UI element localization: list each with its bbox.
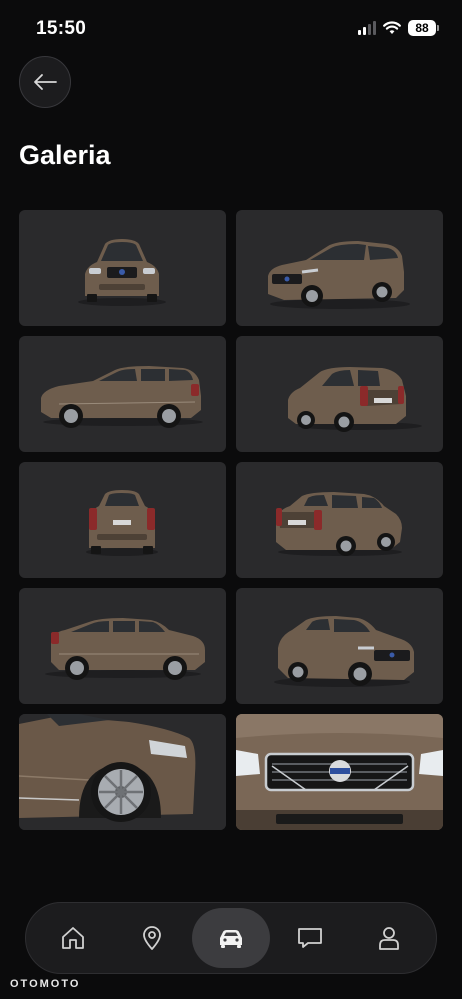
page-title: Galeria xyxy=(19,140,111,170)
gallery-image-car-side-profile-right[interactable] xyxy=(19,588,226,704)
car-icon xyxy=(219,930,242,948)
profile-icon xyxy=(378,927,399,950)
status-icons: 88 xyxy=(358,20,439,36)
chat-icon xyxy=(297,928,322,948)
car-front-three-quarter-left-image xyxy=(268,241,410,309)
nav-location[interactable] xyxy=(113,908,192,968)
car-rear-three-quarter-right-image xyxy=(288,367,422,432)
nav-profile[interactable] xyxy=(349,908,428,968)
nav-home[interactable] xyxy=(34,908,113,968)
car-side-profile-left-image xyxy=(41,366,203,428)
car-grille-closeup-image xyxy=(236,714,443,830)
gallery-image-car-grille-closeup[interactable] xyxy=(236,714,443,830)
arrow-left-icon xyxy=(34,74,57,90)
bottom-nav xyxy=(25,902,437,974)
location-pin-icon xyxy=(143,926,162,950)
gallery-image-car-rear-view[interactable] xyxy=(19,462,226,578)
gallery-image-car-side-profile-left[interactable] xyxy=(19,336,226,452)
gallery-image-car-front-view[interactable] xyxy=(19,210,226,326)
car-rear-view-image xyxy=(86,490,158,556)
wifi-icon xyxy=(383,21,401,34)
home-icon xyxy=(62,927,85,949)
nav-car[interactable] xyxy=(191,908,271,968)
status-bar: 15:50 88 xyxy=(0,0,462,58)
car-front-view-image xyxy=(78,239,166,306)
cellular-signal-icon xyxy=(358,21,376,35)
status-time: 15:50 xyxy=(36,18,87,39)
car-rear-three-quarter-left-image xyxy=(276,492,402,556)
watermark: OTOMOTO xyxy=(10,978,81,990)
nav-chat[interactable] xyxy=(270,908,349,968)
car-wheel-closeup-image xyxy=(19,714,226,830)
gallery-image-car-wheel-closeup[interactable] xyxy=(19,714,226,830)
battery-icon: 88 xyxy=(408,20,439,36)
back-button[interactable] xyxy=(19,56,71,108)
gallery-image-car-rear-three-quarter-right[interactable] xyxy=(236,336,443,452)
gallery-image-car-front-three-quarter-left[interactable] xyxy=(236,210,443,326)
car-front-three-quarter-right-image xyxy=(274,616,414,687)
car-side-profile-right-image xyxy=(45,618,205,680)
gallery-image-car-rear-three-quarter-left[interactable] xyxy=(236,462,443,578)
gallery-image-car-front-three-quarter-right[interactable] xyxy=(236,588,443,704)
gallery-grid xyxy=(19,210,443,830)
